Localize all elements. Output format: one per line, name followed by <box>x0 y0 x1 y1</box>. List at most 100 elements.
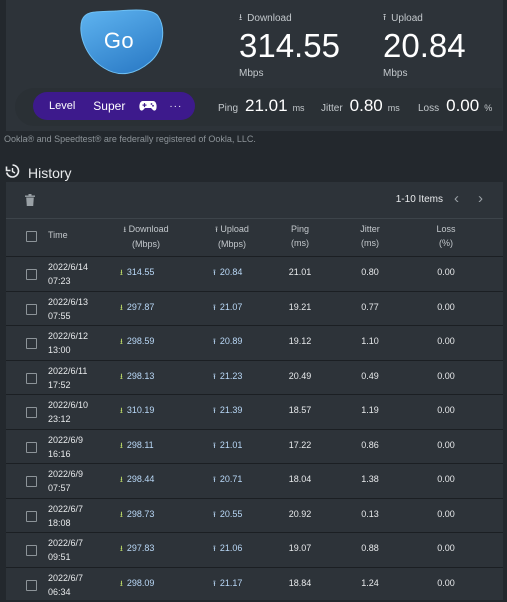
row-checkbox[interactable] <box>26 269 37 280</box>
row-download-value: 298.13 <box>126 370 155 381</box>
pager-text: 1-10 Items <box>395 194 443 205</box>
table-row[interactable]: 2022/6/9 07:57 ⭳ 298.44 ⭱ 20.71 18.04 1.38 … <box>6 463 503 498</box>
row-jitter: 1.38 <box>361 474 379 484</box>
download-arrow-icon: ⭳ <box>120 509 123 519</box>
row-checkbox[interactable] <box>26 372 37 384</box>
col-loss[interactable]: Loss (%) <box>424 222 468 250</box>
row-download: ⭳ 298.11 <box>120 440 154 454</box>
go-label: Go <box>103 28 135 53</box>
col-jitter[interactable]: Jitter (ms) <box>348 222 392 250</box>
loss-label: Loss <box>418 103 440 114</box>
row-time: 2022/6/13 07:55 <box>48 295 88 323</box>
row-checkbox[interactable] <box>26 510 37 522</box>
row-checkbox[interactable] <box>26 441 37 453</box>
upload-arrow-icon: ⭱ <box>213 302 216 312</box>
download-value: 314.55 <box>239 27 340 64</box>
table-row[interactable]: 2022/6/7 18:08 ⭳ 298.73 ⭱ 20.55 20.92 0.13 … <box>6 497 503 533</box>
row-clock: 07:55 <box>48 310 71 321</box>
row-upload: ⭱ 21.07 <box>213 302 242 316</box>
row-clock: 18:08 <box>48 517 71 528</box>
row-checkbox[interactable] <box>26 579 37 591</box>
table-row[interactable]: 2022/6/10 23:12 ⭳ 310.19 ⭱ 21.39 18.57 1.19… <box>6 394 503 429</box>
prev-page-icon[interactable]: ‹ <box>454 190 459 207</box>
download-arrow-icon: ⭳ <box>120 302 123 312</box>
upload-value: 20.84 <box>383 27 466 64</box>
row-upload-value: 21.23 <box>219 370 243 381</box>
download-arrow-icon: ⭳ <box>239 12 243 22</box>
row-time: 2022/6/9 07:57 <box>48 467 83 495</box>
download-unit: Mbps <box>239 68 264 79</box>
row-clock: 09:51 <box>48 552 71 562</box>
history-title: History <box>28 164 72 181</box>
row-loss: 0.00 <box>437 543 455 553</box>
ping-unit: ms <box>292 103 305 113</box>
row-ping: 20.49 <box>288 370 312 381</box>
row-loss: 0.00 <box>437 336 455 346</box>
download-arrow-icon: ⭳ <box>120 268 123 277</box>
select-all-checkbox[interactable] <box>26 231 37 242</box>
upload-col-arrow-icon: ⭱ <box>215 225 218 234</box>
row-clock: 07:57 <box>48 483 71 493</box>
row-date: 2022/6/11 <box>48 365 88 376</box>
row-clock: 17:52 <box>48 379 71 390</box>
table-row[interactable]: 2022/6/7 06:34 ⭳ 298.09 ⭱ 21.17 18.84 1.24 … <box>6 566 503 602</box>
level-selector[interactable]: Level Super ··· <box>33 92 195 120</box>
table-row[interactable]: 2022/6/11 17:52 ⭳ 298.13 ⭱ 21.23 20.49 0.49… <box>6 359 503 395</box>
table-row[interactable]: 2022/6/13 07:55 ⭳ 297.87 ⭱ 21.07 19.21 0.77… <box>6 290 503 326</box>
row-ping: 18.84 <box>288 577 312 588</box>
table-row[interactable]: 2022/6/12 13:00 ⭳ 298.59 ⭱ 20.89 19.12 1.10… <box>6 325 503 360</box>
row-ping: 20.92 <box>288 508 312 519</box>
level-label: Level <box>49 100 76 112</box>
trash-icon[interactable] <box>25 193 35 211</box>
ping-label: Ping <box>218 103 239 114</box>
row-checkbox[interactable] <box>26 303 37 315</box>
row-upload: ⭱ 21.39 <box>213 405 242 419</box>
row-date: 2022/6/10 <box>48 400 89 410</box>
row-checkbox[interactable] <box>26 338 37 349</box>
jitter-unit: ms <box>387 103 400 113</box>
row-download-value: 314.55 <box>126 267 155 277</box>
row-date: 2022/6/7 <box>48 572 84 583</box>
row-checkbox[interactable] <box>26 545 37 556</box>
row-download-value: 298.73 <box>126 508 155 519</box>
row-upload: ⭱ 20.89 <box>213 336 242 350</box>
row-ping: 19.07 <box>288 543 312 553</box>
download-col-arrow-icon: ⭳ <box>123 225 127 234</box>
row-time: 2022/6/11 17:52 <box>48 364 87 392</box>
col-download[interactable]: ⭳ Download (Mbps) <box>106 222 186 251</box>
upload-unit: Mbps <box>383 68 408 79</box>
row-upload: ⭱ 20.55 <box>213 509 242 523</box>
row-upload-value: 20.71 <box>219 474 243 484</box>
col-upload-label: Upload <box>220 224 249 234</box>
upload-arrow-icon: ⭱ <box>213 509 216 519</box>
next-page-icon[interactable]: › <box>478 190 483 207</box>
row-download-value: 297.83 <box>126 543 155 553</box>
col-upload[interactable]: ⭱ Upload (Mbps) <box>196 222 268 251</box>
row-checkbox[interactable] <box>26 407 37 418</box>
row-jitter: 0.77 <box>361 301 379 312</box>
row-download: ⭳ 298.73 <box>120 509 154 523</box>
row-download: ⭳ 298.59 <box>120 336 154 350</box>
row-jitter: 0.13 <box>361 508 379 519</box>
history-icon <box>4 163 20 182</box>
row-loss: 0.00 <box>437 439 455 450</box>
col-loss-unit: (%) <box>439 238 453 248</box>
row-checkbox[interactable] <box>26 476 37 487</box>
upload-arrow-icon: ⭱ <box>213 475 216 484</box>
row-time: 2022/6/7 18:08 <box>48 502 83 530</box>
row-download-value: 298.59 <box>126 336 155 346</box>
row-upload-value: 21.06 <box>219 543 243 553</box>
go-button[interactable]: Go <box>74 8 166 76</box>
row-ping: 19.12 <box>288 336 312 346</box>
download-arrow-icon: ⭳ <box>120 440 123 450</box>
col-ping[interactable]: Ping (ms) <box>278 222 322 250</box>
ping-value: 21.01 <box>245 96 288 115</box>
row-date: 2022/6/14 <box>48 262 89 272</box>
row-time: 2022/6/14 07:23 <box>48 260 88 288</box>
table-row[interactable]: 2022/6/14 07:23 ⭳ 314.55 ⭱ 20.84 21.01 0.80… <box>6 256 503 291</box>
row-clock: 06:34 <box>48 586 71 597</box>
more-icon[interactable]: ··· <box>169 101 182 112</box>
download-arrow-icon: ⭳ <box>120 406 123 415</box>
table-row[interactable]: 2022/6/7 09:51 ⭳ 297.83 ⭱ 21.06 19.07 0.88 … <box>6 532 503 567</box>
table-row[interactable]: 2022/6/9 16:16 ⭳ 298.11 ⭱ 21.01 17.22 0.86 … <box>6 428 503 464</box>
